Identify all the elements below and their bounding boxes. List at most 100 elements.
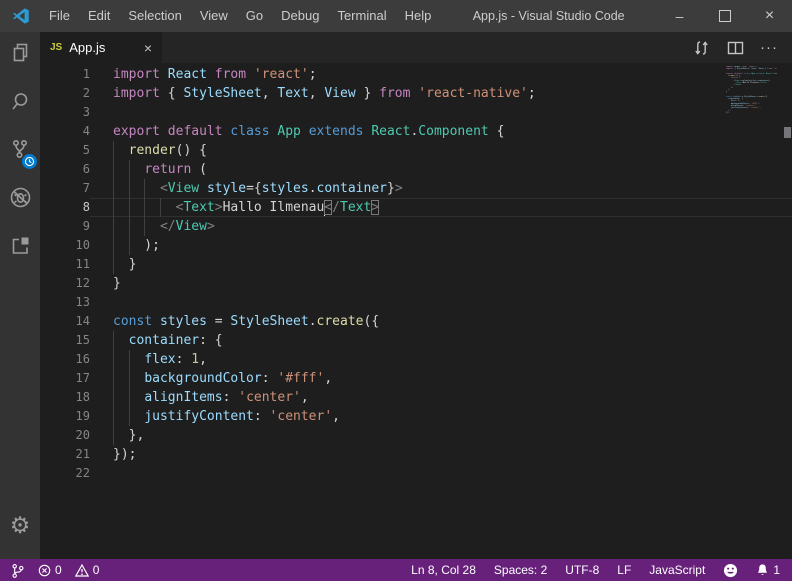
debug-icon	[8, 185, 33, 215]
maximize-button[interactable]	[702, 0, 747, 32]
line-number[interactable]: 6	[40, 160, 90, 179]
status-warnings[interactable]: 0	[75, 563, 100, 577]
status-feedback[interactable]	[723, 563, 738, 578]
code-line-21[interactable]: 21});	[40, 445, 792, 464]
code-editor[interactable]: 1import React from 'react';2import { Sty…	[40, 63, 792, 559]
code-line-18[interactable]: 18 alignItems: 'center',	[40, 388, 792, 407]
activity-item-extensions[interactable]	[0, 224, 40, 272]
line-number[interactable]: 10	[40, 236, 90, 255]
code-line-7[interactable]: 7 <View style={styles.container}>	[40, 179, 792, 198]
activity-item-explorer[interactable]	[0, 32, 40, 80]
open-changes-icon[interactable]	[692, 38, 711, 58]
code-line-6[interactable]: 6 return (	[40, 160, 792, 179]
line-number[interactable]: 7	[40, 179, 90, 198]
ellipsis-icon[interactable]: ···	[760, 39, 778, 56]
overview-ruler[interactable]	[778, 63, 792, 559]
code-line-22[interactable]: 22	[40, 464, 792, 483]
line-number[interactable]: 12	[40, 274, 90, 293]
menu-edit[interactable]: Edit	[79, 0, 119, 32]
line-number[interactable]: 17	[40, 369, 90, 388]
line-number[interactable]: 13	[40, 293, 90, 312]
indent-guide	[113, 407, 114, 426]
menu-debug[interactable]: Debug	[272, 0, 328, 32]
line-number[interactable]: 19	[40, 407, 90, 426]
activity-item-debug[interactable]	[0, 176, 40, 224]
line-number[interactable]: 3	[40, 103, 90, 122]
indent-guide	[144, 198, 145, 217]
status-bar-left: 00	[0, 562, 99, 579]
status-indentation[interactable]: Spaces: 2	[494, 563, 547, 577]
code-line-19[interactable]: 19 justifyContent: 'center',	[40, 407, 792, 426]
source-control-badge	[22, 154, 37, 169]
maximize-icon	[719, 10, 731, 22]
tab-appjs[interactable]: JS App.js ×	[40, 32, 162, 63]
line-number[interactable]: 14	[40, 312, 90, 331]
status-cursor-position[interactable]: Ln 8, Col 28	[411, 563, 476, 577]
code-line-12[interactable]: 12}	[40, 274, 792, 293]
smiley-icon	[723, 563, 738, 578]
window-title: App.js - Visual Studio Code	[440, 9, 657, 23]
code-line-2[interactable]: 2import { StyleSheet, Text, View } from …	[40, 84, 792, 103]
line-number[interactable]: 22	[40, 464, 90, 483]
menu-help[interactable]: Help	[396, 0, 441, 32]
indent-guide	[113, 236, 114, 255]
files-icon	[8, 41, 33, 71]
status-eol-label: LF	[617, 563, 631, 577]
editor-actions: ···	[692, 32, 792, 63]
code-line-10[interactable]: 10 );	[40, 236, 792, 255]
indent-guide	[129, 236, 130, 255]
line-number[interactable]: 15	[40, 331, 90, 350]
status-eol[interactable]: LF	[617, 563, 631, 577]
activity-item-source-control[interactable]	[0, 128, 40, 176]
indent-guide	[129, 179, 130, 198]
indent-guide	[144, 179, 145, 198]
line-number[interactable]: 11	[40, 255, 90, 274]
code-line-14[interactable]: 14const styles = StyleSheet.create({	[40, 312, 792, 331]
code-line-17[interactable]: 17 backgroundColor: '#fff',	[40, 369, 792, 388]
line-number[interactable]: 18	[40, 388, 90, 407]
settings-button[interactable]: ⚙	[0, 501, 40, 549]
menu-file[interactable]: File	[40, 0, 79, 32]
code-line-15[interactable]: 15 container: {	[40, 331, 792, 350]
indent-guide	[129, 350, 130, 369]
title-bar: FileEditSelectionViewGoDebugTerminalHelp…	[0, 0, 792, 32]
line-number[interactable]: 9	[40, 217, 90, 236]
close-button[interactable]: ×	[747, 0, 792, 32]
line-number[interactable]: 1	[40, 65, 90, 84]
line-number[interactable]: 21	[40, 445, 90, 464]
code-line-4[interactable]: 4export default class App extends React.…	[40, 122, 792, 141]
tab-close-icon[interactable]: ×	[144, 41, 152, 55]
code-line-16[interactable]: 16 flex: 1,	[40, 350, 792, 369]
status-git-branch[interactable]	[10, 562, 25, 579]
code-line-13[interactable]: 13	[40, 293, 792, 312]
line-number[interactable]: 20	[40, 426, 90, 445]
line-number[interactable]: 2	[40, 84, 90, 103]
status-language-mode[interactable]: JavaScript	[649, 563, 705, 577]
minimize-button[interactable]: –	[657, 0, 702, 32]
status-encoding[interactable]: UTF-8	[565, 563, 599, 577]
code-line-20[interactable]: 20 },	[40, 426, 792, 445]
indent-guide	[113, 198, 114, 217]
javascript-file-icon: JS	[50, 42, 62, 53]
code-line-8[interactable]: 8 <Text>Hallo Ilmenau</Text>	[40, 198, 792, 217]
status-bar-right: Ln 8, Col 28 Spaces: 2 UTF-8 LF JavaScript 1	[411, 563, 792, 578]
line-number[interactable]: 16	[40, 350, 90, 369]
code-line-9[interactable]: 9 </View>	[40, 217, 792, 236]
line-number[interactable]: 4	[40, 122, 90, 141]
status-errors[interactable]: 0	[38, 563, 62, 577]
split-editor-icon[interactable]	[727, 40, 744, 56]
line-number[interactable]: 5	[40, 141, 90, 160]
code-line-1[interactable]: 1import React from 'react';	[40, 65, 792, 84]
code-line-11[interactable]: 11 }	[40, 255, 792, 274]
code-line-5[interactable]: 5 render() {	[40, 141, 792, 160]
status-notifications[interactable]: 1	[756, 563, 780, 577]
git-branch-icon	[10, 562, 25, 579]
menu-selection[interactable]: Selection	[119, 0, 190, 32]
menu-view[interactable]: View	[191, 0, 237, 32]
menu-terminal[interactable]: Terminal	[328, 0, 395, 32]
line-number[interactable]: 8	[40, 198, 90, 217]
code-line-3[interactable]: 3	[40, 103, 792, 122]
minimap[interactable]: import React from 'react';import { Style…	[703, 66, 777, 117]
menu-go[interactable]: Go	[237, 0, 272, 32]
activity-item-search[interactable]	[0, 80, 40, 128]
